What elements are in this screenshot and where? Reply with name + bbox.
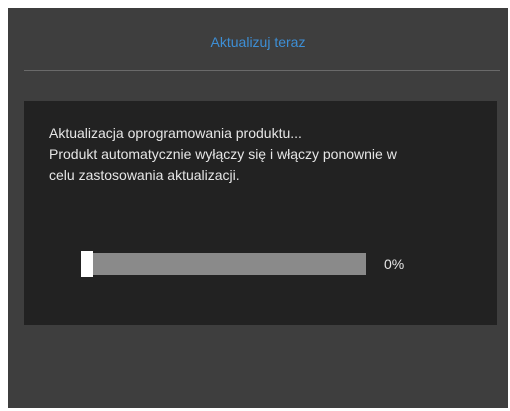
progress-indicator [81, 251, 93, 277]
message-line: Produkt automatycznie wyłączy się i włąc… [49, 146, 397, 162]
osd-window: Aktualizuj teraz Aktualizacja oprogramow… [8, 8, 508, 408]
update-message: Aktualizacja oprogramowania produktu... … [49, 123, 479, 186]
progress-bar [81, 251, 366, 277]
message-line: celu zastosowania aktualizacji. [49, 167, 240, 183]
page-title: Aktualizuj teraz [210, 34, 306, 50]
message-line: Aktualizacja oprogramowania produktu... [49, 125, 302, 141]
title-divider [24, 70, 500, 71]
update-dialog: Aktualizacja oprogramowania produktu... … [24, 101, 497, 325]
progress-percentage: 0% [384, 256, 405, 272]
